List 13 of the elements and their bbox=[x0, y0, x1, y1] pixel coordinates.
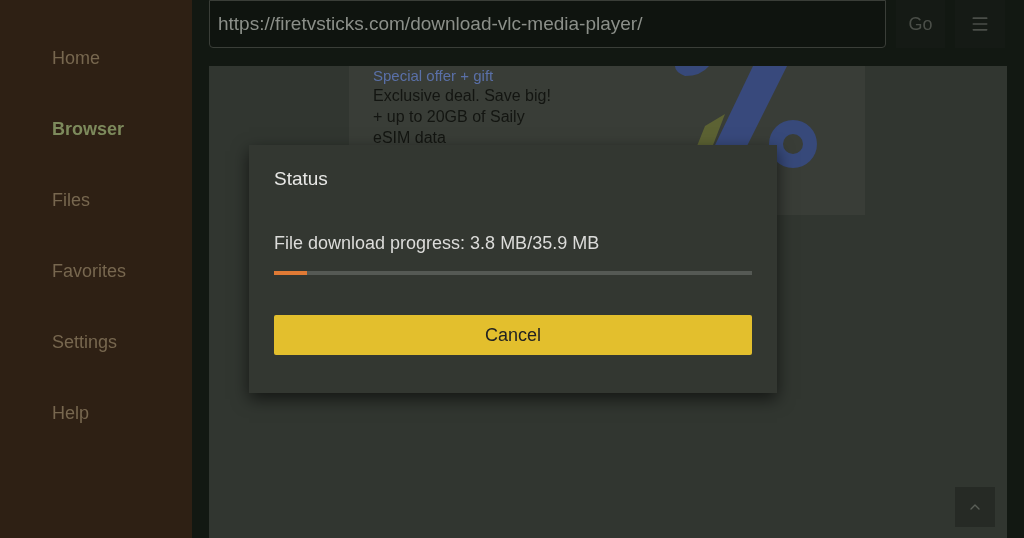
sidebar-item[interactable]: Settings bbox=[52, 328, 118, 356]
sidebar-item[interactable]: Help bbox=[52, 399, 90, 427]
sidebar-item[interactable]: Files bbox=[52, 186, 90, 214]
ad-tagline: Special offer + gift bbox=[373, 67, 494, 85]
menu-icon bbox=[970, 14, 990, 34]
address-field[interactable]: https://firetvsticks.com/download-vlc-media-player/ bbox=[209, 0, 886, 48]
cancel-button[interactable]: Cancel bbox=[274, 315, 752, 355]
dialog-title: Status bbox=[274, 167, 329, 191]
sidebar-item[interactable]: Favorites bbox=[52, 257, 127, 285]
progress-message: File download progress: 3.8 MB/35.9 MB bbox=[274, 232, 601, 255]
scroll-top-button[interactable] bbox=[955, 487, 995, 527]
sidebar-item[interactable]: Home bbox=[52, 44, 100, 72]
sidebar-item[interactable]: Browser bbox=[52, 115, 125, 143]
